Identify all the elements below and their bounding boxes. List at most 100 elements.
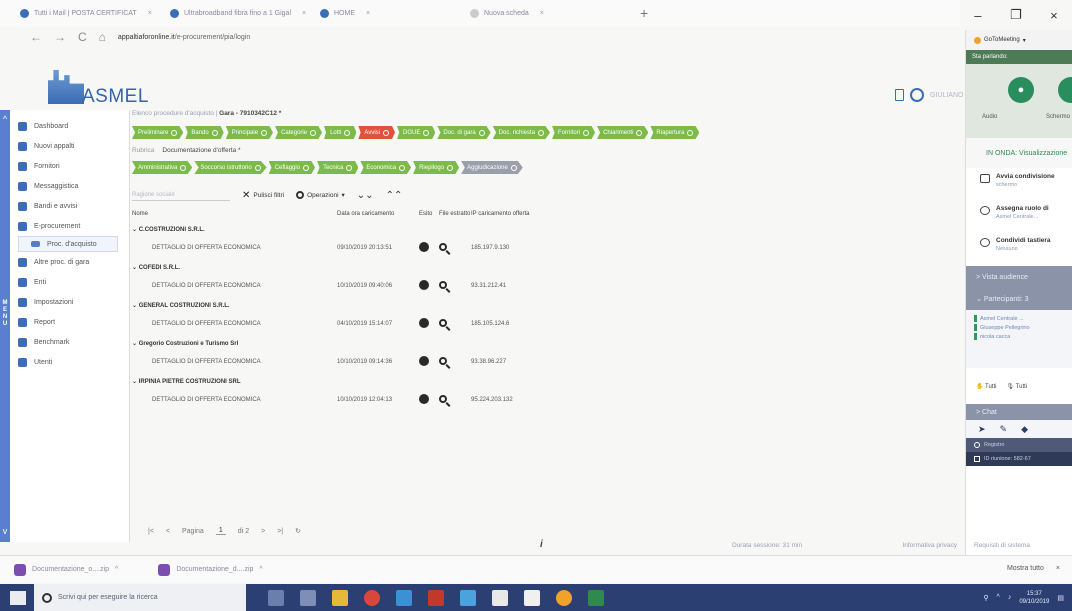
home-icon[interactable]: ⌂ <box>99 30 106 44</box>
tab-documentazione[interactable]: Documentazione d'offerta * <box>162 147 240 154</box>
magnifier-icon[interactable] <box>439 319 447 327</box>
share-screen-item[interactable]: Avvia condivisione schermo <box>966 168 1072 200</box>
audience-view-section[interactable]: > Vista audience <box>966 266 1072 288</box>
close-tab-icon[interactable]: × <box>302 10 306 17</box>
chat-section[interactable]: > Chat <box>966 404 1072 420</box>
volume-icon[interactable]: ♪ <box>1008 594 1012 601</box>
table-row[interactable]: DETTAGLIO DI OFFERTA ECONOMICA 09/10/201… <box>132 237 581 259</box>
sidebar-item-altre-proc[interactable]: Altre proc. di gara <box>18 252 118 272</box>
page-input[interactable]: 1 <box>215 527 226 535</box>
screen-label[interactable]: Schermo <box>1046 114 1070 120</box>
table-group-row[interactable]: ⌄ C.COSTRUZIONI S.R.L. <box>132 221 581 237</box>
filter-all-hands[interactable]: ✋ Tutti <box>976 383 996 390</box>
audio-label[interactable]: Audio <box>982 114 997 120</box>
table-row[interactable]: DETTAGLIO DI OFFERTA ECONOMICA 04/10/201… <box>132 313 581 335</box>
task-view-icon[interactable] <box>300 589 316 606</box>
document-icon[interactable] <box>895 89 904 101</box>
sidebar-item-proc-acquisto[interactable]: Proc. d'acquisto <box>18 236 118 252</box>
forward-icon[interactable]: → <box>54 30 66 44</box>
participant-row[interactable]: nicola cacca <box>974 332 1072 341</box>
col-nome[interactable]: Nome <box>132 207 337 221</box>
step-amministrativa[interactable]: Amministrativa <box>132 161 193 174</box>
step-soccorso[interactable]: Soccorso istruttorio <box>194 161 267 174</box>
chevron-down-icon[interactable]: v <box>0 526 10 536</box>
clear-filters-button[interactable]: ✕ Pulisci filtri <box>242 190 284 201</box>
pen-icon[interactable]: ✎ <box>1000 424 1008 435</box>
sidebar-item-messaggistica[interactable]: Messaggistica <box>18 176 118 196</box>
network-icon[interactable]: ^ <box>997 594 1000 601</box>
step-dgue[interactable]: DGUE <box>396 126 436 139</box>
meeting-app-header[interactable]: GoToMeeting ▾ <box>966 30 1072 50</box>
collapse-all-icon[interactable]: ⌃⌃ <box>386 190 403 201</box>
close-tab-icon[interactable]: × <box>540 10 544 17</box>
col-ip[interactable]: IP caricamento offerta <box>471 207 581 221</box>
table-group-row[interactable]: ⌄ IRPINIA PIETRE COSTRUZIONI SRL <box>132 373 581 389</box>
step-doc-gara[interactable]: Doc. di gara <box>437 126 491 139</box>
magnifier-icon[interactable] <box>439 357 447 365</box>
tab-rubrica[interactable]: Rubrica <box>132 147 154 154</box>
step-aggiudicazione[interactable]: Aggiudicazione <box>461 161 523 174</box>
microphone-icon[interactable]: ● <box>1008 77 1034 103</box>
sidebar-item-report[interactable]: Report <box>18 312 118 332</box>
step-fornitori[interactable]: Fornitori <box>552 126 596 139</box>
microphone-app-icon[interactable] <box>268 589 284 606</box>
close-tab-icon[interactable]: × <box>366 10 370 17</box>
new-tab-button[interactable]: + <box>640 5 648 21</box>
close-downloads-icon[interactable]: × <box>1056 565 1060 572</box>
participant-row[interactable]: Giuseppe Pellegrino <box>974 323 1072 332</box>
app-icon[interactable] <box>556 589 572 606</box>
browser-tab[interactable]: Ultrabroadband fibra fino a 1 Gigal × <box>170 8 320 18</box>
step-categorie[interactable]: Categorie <box>275 126 323 139</box>
browser-tab[interactable]: HOME × <box>320 8 470 18</box>
clock[interactable]: 15:37 09/10/2019 <box>1019 590 1049 606</box>
step-avvisi[interactable]: Avvisi <box>358 126 395 139</box>
participants-section[interactable]: ⌄ Partecipanti: 3 <box>966 288 1072 310</box>
sidebar-item-impostazioni[interactable]: Impostazioni <box>18 292 118 312</box>
minimize-icon[interactable]: – <box>974 8 981 23</box>
step-riepilogo[interactable]: Riepilogo <box>413 161 460 174</box>
download-item[interactable]: Documentazione_d....zip ^ <box>158 563 263 576</box>
pointer-icon[interactable]: ➤ <box>978 424 986 435</box>
reload-icon[interactable]: C <box>78 30 87 44</box>
chevron-up-icon[interactable]: ^ <box>0 114 10 124</box>
app-icon[interactable] <box>492 589 508 606</box>
info-icon[interactable]: i <box>540 539 543 550</box>
table-row[interactable]: DETTAGLIO DI OFFERTA ECONOMICA 10/10/201… <box>132 351 581 373</box>
taskbar-search[interactable]: Scrivi qui per eseguire la ricerca <box>34 584 246 611</box>
participant-row[interactable]: Asmel Centrale ... <box>974 314 1072 323</box>
app-icon[interactable] <box>524 589 540 606</box>
step-economica[interactable]: Economica <box>360 161 412 174</box>
asmel-logo[interactable]: ASMEL <box>48 62 148 112</box>
search-input[interactable]: Ragione sociale <box>132 189 230 201</box>
sidebar-item-utenti[interactable]: Utenti <box>18 352 118 372</box>
step-principale[interactable]: Principale <box>225 126 274 139</box>
menu-strip[interactable]: ^ M E N U v <box>0 110 10 542</box>
step-preliminare[interactable]: Preliminare <box>132 126 184 139</box>
windows-start-icon[interactable] <box>10 590 26 605</box>
magnifier-icon[interactable] <box>439 281 447 289</box>
step-bando[interactable]: Bando <box>185 126 224 139</box>
people-icon[interactable]: ⚲ <box>983 594 988 602</box>
table-row[interactable]: DETTAGLIO DI OFFERTA ECONOMICA 10/10/201… <box>132 389 581 411</box>
app-icon[interactable] <box>428 589 444 606</box>
back-icon[interactable]: ← <box>30 30 42 44</box>
username[interactable]: GIULIANO <box>930 92 963 99</box>
show-all-downloads[interactable]: Mostra tutto <box>1007 565 1044 572</box>
last-page-icon[interactable]: >| <box>277 528 283 535</box>
close-tab-icon[interactable]: × <box>148 10 152 17</box>
highlighter-icon[interactable]: ◆ <box>1021 424 1028 435</box>
privacy-link[interactable]: Informativa privacy <box>902 542 957 549</box>
sidebar-item-enti[interactable]: Enti <box>18 272 118 292</box>
app-icon[interactable] <box>588 589 604 606</box>
sidebar-item-nuovi-appalti[interactable]: Nuovi appalti <box>18 136 118 156</box>
sidebar-item-dashboard[interactable]: Dashboard <box>18 116 118 136</box>
assign-role-item[interactable]: Assegna ruolo di Asmel Centrale... <box>966 200 1072 232</box>
first-page-icon[interactable]: |< <box>148 528 154 535</box>
magnifier-icon[interactable] <box>439 243 447 251</box>
step-lotti[interactable]: Lotti <box>324 126 357 139</box>
prev-page-icon[interactable]: < <box>166 528 170 535</box>
browser-tab[interactable]: Nuova scheda × <box>470 8 620 18</box>
step-doc-richiesta[interactable]: Doc. richiesta <box>492 126 551 139</box>
url-field[interactable]: appaltiaforonline.it/e-procurement/pia/l… <box>118 34 250 41</box>
expand-all-icon[interactable]: ⌄⌄ <box>357 190 374 201</box>
